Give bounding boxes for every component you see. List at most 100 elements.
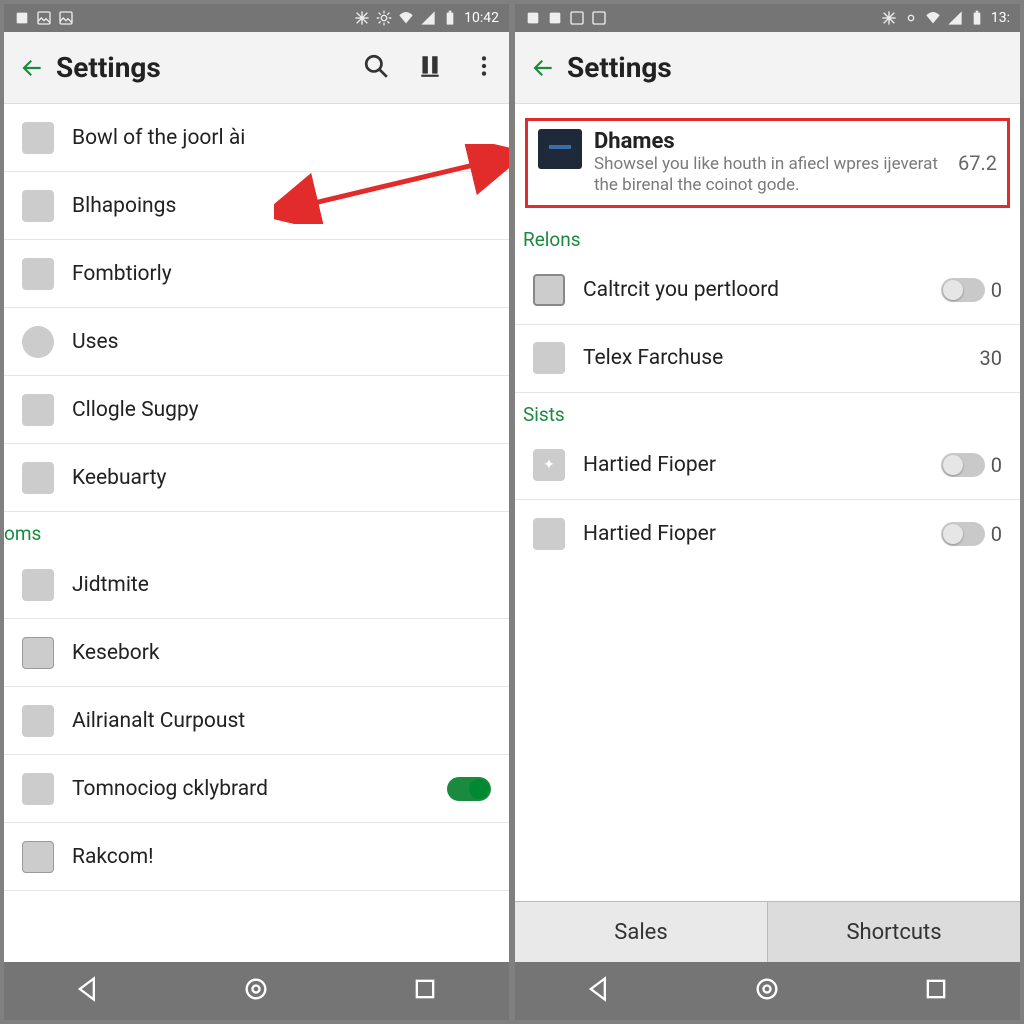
app-bar: Settings — [4, 32, 509, 104]
toggle-switch[interactable] — [941, 453, 985, 477]
app-icon — [22, 773, 54, 805]
list-item[interactable]: Jidtmite — [4, 551, 509, 619]
search-button[interactable] — [363, 53, 389, 83]
notification2-icon — [547, 10, 563, 26]
list-item-label: Bowl of the joorl ài — [72, 126, 491, 150]
snowflake-icon — [354, 10, 370, 26]
app-icon — [22, 841, 54, 873]
list-item-label: Uses — [72, 330, 491, 354]
list-item-label: Rakcom! — [72, 845, 491, 869]
battery-icon — [969, 10, 985, 26]
page-title: Settings — [567, 51, 1008, 84]
toggle-switch[interactable] — [941, 522, 985, 546]
list-item-label: Hartied Fioper — [583, 453, 941, 477]
list-item[interactable]: Caltrcit you pertloord 0 — [515, 257, 1020, 325]
tab-sales[interactable]: Sales — [515, 902, 768, 962]
app-icon — [22, 326, 54, 358]
status-bar: 13: — [515, 4, 1020, 32]
wifi-icon — [398, 10, 414, 26]
nav-back-button[interactable] — [585, 975, 613, 1007]
list-item-value: 0 — [991, 453, 1002, 477]
card-value: 67.2 — [958, 151, 997, 175]
list-item[interactable]: Cllogle Sugpy — [4, 376, 509, 444]
tab-shortcuts[interactable]: Shortcuts — [768, 902, 1020, 962]
gear-icon — [376, 10, 392, 26]
list-item-label: Tomnociog cklybrard — [72, 777, 447, 801]
list-item-label: Caltrcit you pertloord — [583, 278, 941, 302]
list-item[interactable]: Hartied Fioper 0 — [515, 500, 1020, 568]
list-item-label: Hartied Fioper — [583, 522, 941, 546]
app-icon — [533, 342, 565, 374]
page-title: Settings — [56, 51, 363, 84]
list-item[interactable]: Bowl of the joorl ài — [4, 104, 509, 172]
list-item[interactable]: Rakcom! — [4, 823, 509, 891]
overflow-menu-button[interactable] — [471, 53, 497, 83]
section-header-relons: Relons — [515, 218, 1020, 257]
list-item-label: Cllogle Sugpy — [72, 398, 491, 422]
list-item[interactable]: Ailrianalt Curpoust — [4, 687, 509, 755]
phone-left: 10:42 Settings Bowl of the joorl ài Blha… — [4, 4, 509, 1020]
list-item[interactable]: Kesebork — [4, 619, 509, 687]
highlighted-item-dhames[interactable]: Dhames Showsel you like houth in afiecl … — [525, 118, 1010, 208]
status-bar: 10:42 — [4, 4, 509, 32]
app-icon — [22, 637, 54, 669]
gear-icon — [903, 10, 919, 26]
signal-icon — [947, 10, 963, 26]
list-item-label: Telex Farchuse — [583, 346, 980, 370]
list-item[interactable]: Uses — [4, 308, 509, 376]
toggle-switch[interactable] — [447, 777, 491, 801]
list-item[interactable]: Keebuarty — [4, 444, 509, 512]
monitor-icon — [533, 274, 565, 306]
section-header: oms — [4, 512, 509, 551]
list-item-label: Ailrianalt Curpoust — [72, 709, 491, 733]
battery-icon — [442, 10, 458, 26]
notification-icon — [14, 10, 30, 26]
app-icon — [22, 705, 54, 737]
app-bar: Settings — [515, 32, 1020, 104]
nav-recent-button[interactable] — [922, 975, 950, 1007]
phone-right: 13: Settings Dhames Showsel you like hou… — [515, 4, 1020, 1020]
image-icon — [36, 10, 52, 26]
settings-list-left[interactable]: Bowl of the joorl ài Blhapoings Fombtior… — [4, 104, 509, 962]
app-icon: ✦ — [533, 449, 565, 481]
list-item[interactable]: Blhapoings — [4, 172, 509, 240]
app-icon — [22, 394, 54, 426]
list-item-label: Fombtiorly — [72, 262, 491, 286]
app-icon — [22, 122, 54, 154]
list-item[interactable]: Fombtiorly — [4, 240, 509, 308]
list-item[interactable]: Tomnociog cklybrard — [4, 755, 509, 823]
app-icon — [22, 569, 54, 601]
list-item-label: Jidtmite — [72, 573, 491, 597]
nav-home-button[interactable] — [753, 975, 781, 1007]
list-item[interactable]: ✦ Hartied Fioper 0 — [515, 432, 1020, 500]
pause-icon[interactable] — [417, 53, 443, 83]
image2-icon — [58, 10, 74, 26]
back-button[interactable] — [16, 52, 48, 84]
list-item[interactable]: Telex Farchuse 30 — [515, 325, 1020, 393]
wifi-icon — [925, 10, 941, 26]
nav-recent-button[interactable] — [411, 975, 439, 1007]
nav-back-button[interactable] — [74, 975, 102, 1007]
app-icon — [533, 518, 565, 550]
android-nav-bar — [515, 962, 1020, 1020]
back-button[interactable] — [527, 52, 559, 84]
image-icon — [569, 10, 585, 26]
list-item-label: Keebuarty — [72, 466, 491, 490]
settings-list-right[interactable]: Dhames Showsel you like houth in afiecl … — [515, 104, 1020, 901]
list-item-label: Kesebork — [72, 641, 491, 665]
notification-icon — [525, 10, 541, 26]
nav-home-button[interactable] — [242, 975, 270, 1007]
bottom-tabs: Sales Shortcuts — [515, 901, 1020, 962]
list-item-value: 30 — [980, 346, 1002, 370]
list-item-value: 0 — [991, 278, 1002, 302]
card-title: Dhames — [594, 129, 946, 154]
image2-icon — [591, 10, 607, 26]
toggle-switch[interactable] — [941, 278, 985, 302]
app-icon — [22, 462, 54, 494]
list-item-value: 0 — [991, 522, 1002, 546]
snowflake-icon — [881, 10, 897, 26]
app-icon — [22, 258, 54, 290]
app-icon — [538, 129, 582, 169]
section-header-sists: Sists — [515, 393, 1020, 432]
card-description: Showsel you like houth in afiecl wpres i… — [594, 154, 946, 197]
